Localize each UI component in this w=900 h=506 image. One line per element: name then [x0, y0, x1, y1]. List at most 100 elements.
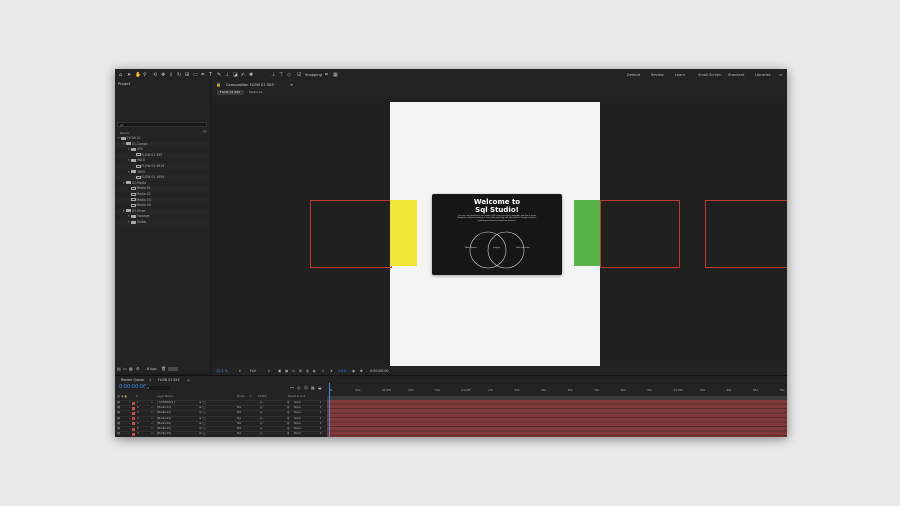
rotate-tool-icon[interactable]: ↻	[177, 72, 181, 78]
label-color-swatch[interactable]	[132, 432, 135, 436]
pan-behind-icon[interactable]: ⊞	[185, 72, 189, 78]
workspace-learn[interactable]: Learn	[675, 72, 685, 78]
project-tab[interactable]: Project	[118, 82, 130, 86]
project-tree-item[interactable]: Media 02	[115, 192, 208, 197]
resolution-dropdown[interactable]: Full	[250, 368, 256, 374]
composition-viewer[interactable]: Welcome to Sql Studio! Our core speciali…	[212, 97, 787, 367]
world-axis-icon[interactable]: ⊤	[279, 72, 283, 78]
project-tree-item[interactable]: ▾ Footage	[115, 214, 208, 219]
draft-3d-icon[interactable]: ◎	[297, 385, 301, 391]
project-tree-item[interactable]: FLOW 01 9816	[115, 164, 208, 170]
project-tree-item[interactable]: Media 01	[115, 186, 208, 192]
project-tree-item[interactable]: ▾ 1609	[115, 170, 208, 175]
hand-tool-icon[interactable]: ✋	[135, 72, 141, 78]
channel-icon[interactable]: ◍	[306, 368, 309, 374]
shy-layers-icon[interactable]: ☺	[304, 385, 308, 391]
transparency-grid-icon[interactable]: ▦	[285, 368, 288, 374]
timeline-timecode[interactable]: 0:00:00:00	[119, 384, 146, 391]
timeline-comp-tab[interactable]: FLOW 01 9X5	[158, 378, 179, 382]
resolution-chevron-icon[interactable]: ▾	[268, 368, 270, 374]
bit-depth-label[interactable]: 8 bpc	[147, 366, 157, 372]
render-queue-tab[interactable]: Render Queue	[121, 378, 144, 382]
interpret-footage-icon[interactable]: ⚇	[203, 129, 207, 135]
zoom-tool-icon[interactable]: ⚲	[143, 72, 147, 78]
project-tree-item[interactable]: ▾ 02.Media	[115, 181, 208, 186]
frame-blending-icon[interactable]: ▦	[311, 385, 315, 391]
mode-header[interactable]: Mode	[237, 395, 244, 399]
new-folder-icon[interactable]: ▭	[123, 366, 127, 372]
trkmat-header[interactable]: TrkMat	[258, 395, 267, 399]
snap-grid-icon[interactable]: ▦	[333, 72, 338, 78]
view-axis-icon[interactable]: ◇	[287, 72, 291, 78]
color-management-icon[interactable]: ◐	[313, 368, 316, 374]
selection-tool-icon[interactable]: ➤	[127, 72, 131, 78]
project-tree-item[interactable]: Media 03	[115, 197, 208, 203]
workspace-review[interactable]: Review	[651, 72, 664, 78]
mask-visibility-icon[interactable]: ▭	[292, 368, 295, 374]
trkmat-icon[interactable]: ◎	[260, 432, 262, 437]
project-tree-item[interactable]: ▾ Solids	[115, 220, 208, 226]
workspace-small-screen[interactable]: Small Screen	[698, 72, 721, 78]
comp-subtab-active[interactable]: FLOW 01 9X5	[217, 90, 244, 95]
project-tree-item[interactable]: FLOW 01 495	[115, 152, 208, 159]
snap-options-icon[interactable]: ⌗	[325, 72, 328, 78]
name-column-header[interactable]: Name	[120, 131, 129, 135]
workspace-libraries[interactable]: Libraries	[755, 72, 771, 78]
orbit-camera-icon[interactable]: ⟲	[153, 72, 157, 78]
project-tree-item[interactable]: ▾ 01.Comps	[115, 141, 208, 147]
parent-chevron-icon[interactable]: ▾	[320, 432, 321, 437]
rectangle-tool-icon[interactable]: ▭	[193, 72, 198, 78]
project-tree-item[interactable]: Media 04	[115, 203, 208, 208]
local-axis-icon[interactable]: ⊥	[271, 72, 275, 78]
project-search-input[interactable]: ρ▾	[117, 122, 207, 127]
timeline-search-input[interactable]: ρ▾	[145, 386, 170, 390]
new-comp-icon[interactable]: ▦	[129, 366, 133, 372]
fit-icon[interactable]: ▾	[239, 368, 241, 374]
exposure-icon[interactable]: ✷	[330, 368, 333, 374]
eraser-tool-icon[interactable]: ◪	[233, 72, 238, 78]
puppet-pin-icon[interactable]: ✱	[249, 72, 253, 78]
fast-previews-icon[interactable]: ⚡	[322, 368, 324, 374]
time-ruler[interactable]: 0s 02s 01:00f 05s 10s 01:00f 15s 20s 25s 30s 35s 40…	[327, 384, 787, 396]
layer-switches[interactable]: ⊕ ⁄ ▢	[199, 432, 206, 437]
project-tree-item[interactable]: ▾ 9816	[115, 158, 208, 163]
comp-flowchart-icon[interactable]: ⊶	[290, 385, 294, 391]
panel-menu-icon[interactable]: ≡	[290, 82, 293, 88]
roto-brush-icon[interactable]: ✍	[241, 72, 245, 78]
project-tree-item[interactable]: ▾ 495	[115, 147, 208, 152]
layer-name-header[interactable]: Layer Name	[157, 395, 173, 399]
snapshot-icon[interactable]: ◉	[352, 368, 355, 374]
expand-layer-icon[interactable]: ›	[129, 432, 130, 437]
brush-tool-icon[interactable]: ✎	[217, 72, 221, 78]
type-tool-icon[interactable]: T	[209, 72, 212, 78]
layer-parent[interactable]: None	[294, 432, 301, 437]
lock-icon[interactable]: 🔒	[216, 82, 221, 88]
project-settings-icon[interactable]: ⚙	[136, 366, 140, 372]
workspace-default[interactable]: Default	[627, 72, 640, 78]
motion-blur-icon[interactable]: ◒	[318, 385, 322, 391]
zoom-dropdown[interactable]: 12.5 %	[216, 368, 228, 374]
guides-icon[interactable]: ⊞	[299, 368, 302, 374]
dolly-camera-icon[interactable]: ⇳	[169, 72, 173, 78]
layer-name[interactable]: [Media 06]	[157, 432, 171, 437]
layer-mode[interactable]: Nor	[237, 432, 242, 437]
parent-pickwhip-icon[interactable]: @	[287, 432, 290, 437]
project-tree-item[interactable]: ▾ FLOW 01	[115, 136, 208, 141]
region-interest-icon[interactable]: ▣	[278, 368, 281, 374]
trash-icon[interactable]: 🗑	[161, 366, 166, 372]
timeline-tracks[interactable]: 0s 02s 01:00f 05s 10s 01:00f 15s 20s 25s 30s 35s 40…	[327, 383, 787, 437]
viewer-timecode[interactable]: 0:00:00:00	[370, 368, 389, 374]
pen-tool-icon[interactable]: ✒	[201, 72, 205, 78]
snapping-checkbox-icon[interactable]: ☑	[297, 72, 301, 78]
playhead[interactable]	[329, 383, 330, 437]
clone-stamp-icon[interactable]: ⊥	[225, 72, 229, 78]
exposure-value[interactable]: +0.0	[338, 368, 346, 374]
composition-tab[interactable]: Composition FLOW 01 9X5	[226, 83, 274, 87]
comp-subtab-media[interactable]: Media 01	[249, 90, 263, 95]
workspace-overflow[interactable]: ≫	[779, 72, 783, 78]
interpret-icon[interactable]: ▤	[117, 366, 121, 372]
show-snapshot-icon[interactable]: ✺	[360, 368, 363, 374]
parent-link-header[interactable]: Parent & Link	[288, 395, 305, 399]
layer-row[interactable]: 👁 › 7 ▭ [Media 06] ⊕ ⁄ ▢ Nor ◎ @ None ▾	[115, 431, 327, 437]
visibility-eye-icon[interactable]: 👁	[117, 432, 120, 437]
